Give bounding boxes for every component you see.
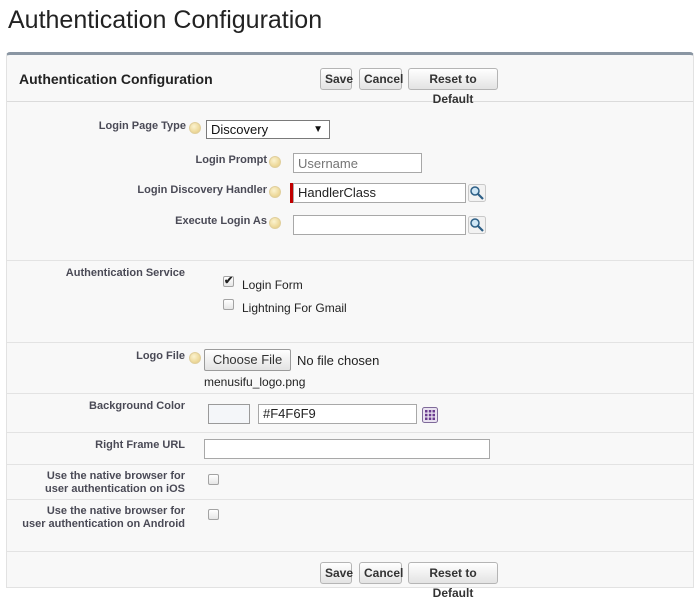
logo-file-label: Logo File (136, 350, 185, 362)
login-page-type-value: Discovery (211, 122, 269, 137)
background-color-input[interactable]: #F4F6F9 (258, 404, 417, 424)
login-prompt-label: Login Prompt (195, 154, 268, 166)
save-button-bottom[interactable]: Save (320, 562, 353, 584)
lightning-for-gmail-checkbox[interactable] (223, 299, 234, 310)
section-divider (7, 464, 693, 465)
background-color-label: Background Color (89, 400, 185, 412)
lookup-icon[interactable] (468, 216, 486, 234)
file-status-text: No file chosen (297, 353, 380, 368)
current-logo-filename: menusifu_logo.png (204, 375, 306, 389)
reset-to-default-button-top[interactable]: Reset to Default (408, 68, 498, 106)
help-icon[interactable] (269, 186, 281, 198)
help-icon[interactable] (269, 217, 281, 229)
dropdown-arrow-icon: ▼ (313, 124, 323, 135)
login-page-type-label: Login Page Type (98, 120, 186, 132)
panel-title: Authentication Configuration (19, 71, 213, 87)
authentication-service-label: Authentication Service (65, 267, 185, 279)
native-android-label: Use the native browser for user authenti… (13, 505, 185, 531)
login-discovery-handler-input[interactable]: HandlerClass (293, 183, 466, 203)
help-icon[interactable] (189, 122, 201, 134)
native-ios-label-line2: user authentication on iOS (45, 483, 185, 495)
login-form-label: Login Form (242, 278, 303, 292)
section-divider (7, 393, 693, 394)
native-ios-label: Use the native browser for user authenti… (17, 470, 185, 496)
reset-to-default-button-bottom[interactable]: Reset to Default (408, 562, 498, 600)
help-icon[interactable] (189, 352, 201, 364)
login-form-checkbox[interactable]: ✔ (223, 275, 234, 287)
native-ios-label-line1: Use the native browser for (46, 470, 185, 482)
right-frame-url-input[interactable] (204, 439, 490, 459)
save-button-top[interactable]: Save (320, 68, 353, 90)
lightning-for-gmail-label: Lightning For Gmail (242, 301, 347, 315)
execute-login-as-label: Execute Login As (175, 215, 267, 227)
cancel-button-top[interactable]: Cancel (359, 68, 403, 90)
background-color-swatch[interactable] (208, 404, 250, 424)
login-prompt-input[interactable] (293, 153, 422, 173)
lookup-icon[interactable] (468, 184, 486, 202)
native-android-checkbox[interactable] (208, 509, 219, 520)
color-grid-icon[interactable] (422, 407, 438, 423)
authentication-config-panel: Authentication Configuration Save Cancel… (6, 52, 694, 600)
checkmark-icon: ✔ (224, 275, 234, 287)
cancel-button-bottom[interactable]: Cancel (359, 562, 403, 584)
right-frame-url-label: Right Frame URL (95, 439, 185, 451)
login-discovery-handler-label: Login Discovery Handler (137, 184, 267, 196)
page-title: Authentication Configuration (8, 6, 323, 34)
native-android-label-line2: user authentication on Android (22, 518, 185, 530)
native-ios-checkbox[interactable] (208, 474, 219, 485)
section-divider (7, 342, 693, 343)
help-icon[interactable] (269, 156, 281, 168)
section-divider (7, 499, 693, 500)
footer-divider (7, 551, 693, 552)
choose-file-button[interactable]: Choose File (204, 349, 291, 371)
native-android-label-line1: Use the native browser for (46, 505, 185, 517)
panel-header: Authentication Configuration Save Cancel… (7, 55, 693, 106)
execute-login-as-input[interactable] (293, 215, 466, 235)
login-page-type-select[interactable]: Discovery ▼ (206, 120, 330, 139)
section-divider (7, 432, 693, 433)
section-divider (7, 260, 693, 261)
